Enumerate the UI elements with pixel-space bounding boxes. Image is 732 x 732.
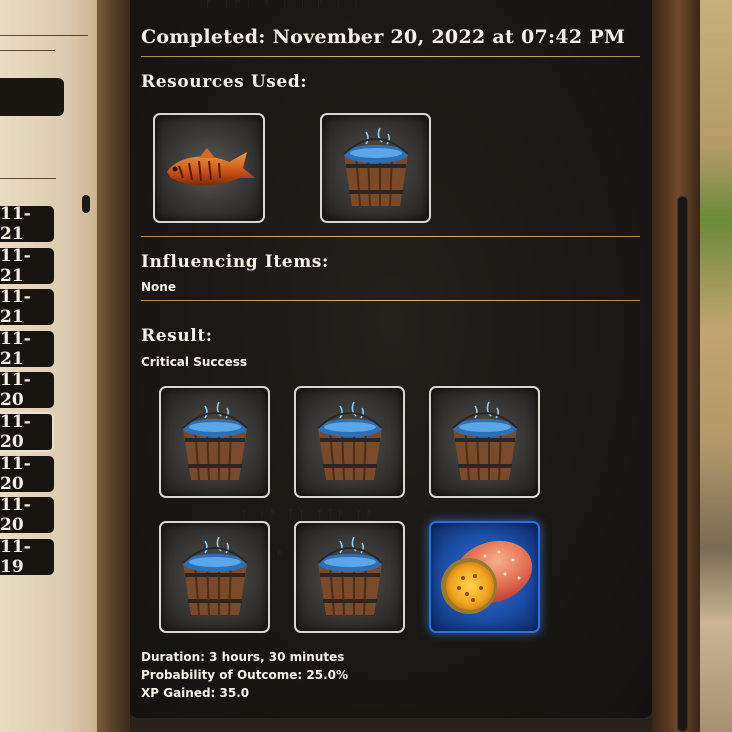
probability-text: Probability of Outcome: 25.0% (141, 668, 349, 682)
history-entry[interactable]: 11-21 (0, 246, 54, 286)
panel-border (97, 0, 130, 732)
water-bucket-icon (181, 401, 248, 481)
background-map (700, 0, 732, 732)
history-entry[interactable]: 11-21 (0, 204, 54, 244)
resources-heading: Resources Used: (141, 72, 308, 92)
section-divider (141, 236, 640, 237)
history-entry-date: 11-21 (0, 204, 31, 244)
panel-divider (0, 50, 55, 51)
section-divider (141, 56, 640, 57)
history-entry-date: 11-20 (0, 370, 31, 410)
history-entry[interactable]: 11-20 (0, 495, 54, 535)
history-entry[interactable]: 11-21 (0, 329, 54, 369)
water-bucket-icon (316, 401, 383, 481)
history-entry-date: 11-21 (0, 246, 31, 286)
history-panel: 11-21 11-21 11-21 11-21 11-20 11-20 11-2… (0, 0, 112, 732)
completed-timestamp: Completed: November 20, 2022 at 07:42 PM (141, 26, 626, 48)
section-divider (141, 300, 640, 301)
history-scroll-handle[interactable] (82, 195, 90, 213)
result-heading: Result: (141, 326, 213, 346)
xp-gained-text: XP Gained: 35.0 (141, 686, 250, 700)
water-bucket-icon (181, 536, 248, 616)
scrollbar[interactable] (677, 196, 688, 732)
history-entry-date: 11-21 (0, 287, 31, 327)
result-item-slot[interactable] (159, 521, 270, 633)
resource-slot[interactable] (320, 113, 431, 223)
history-entry[interactable]: 11-20 (0, 454, 54, 494)
history-entry[interactable]: 11-20 (0, 370, 54, 410)
water-bucket-icon (342, 127, 409, 207)
history-entry[interactable]: 11-21 (0, 287, 54, 327)
result-item-slot[interactable] (294, 386, 405, 498)
result-item-slot[interactable] (159, 386, 270, 498)
filter-input[interactable] (0, 78, 64, 116)
panel-divider (0, 35, 88, 36)
result-item-slot[interactable] (294, 521, 405, 633)
history-entry-date: 11-19 (0, 537, 31, 577)
resource-slot[interactable] (153, 113, 265, 223)
background-scenery (652, 0, 700, 732)
water-bucket-icon (451, 401, 518, 481)
history-entry-selected[interactable]: 11-20 (0, 412, 54, 452)
background-rune-decoration: ᚫ ᛉᚫᛉ ᚲ ᛏ ᛉ ᚫ ᛉ ᛏ (205, 0, 363, 11)
history-entry-date: 11-20 (0, 495, 31, 535)
history-entry[interactable]: 11-19 (0, 537, 54, 577)
history-entry-date: 11-21 (0, 329, 31, 369)
influencing-items-heading: Influencing Items: (141, 252, 329, 272)
history-entry-date: 11-20 (0, 454, 31, 494)
result-item-slot-highlighted[interactable] (429, 521, 540, 633)
prickly-pear-fruit-icon (440, 540, 532, 614)
grilled-fish-icon (167, 148, 255, 186)
result-value: Critical Success (141, 355, 248, 369)
water-bucket-icon (316, 536, 383, 616)
result-item-slot[interactable] (429, 386, 540, 498)
history-entry-date: 11-20 (0, 412, 31, 452)
influencing-items-value: None (141, 280, 176, 294)
panel-divider (0, 178, 56, 179)
duration-text: Duration: 3 hours, 30 minutes (141, 650, 345, 664)
